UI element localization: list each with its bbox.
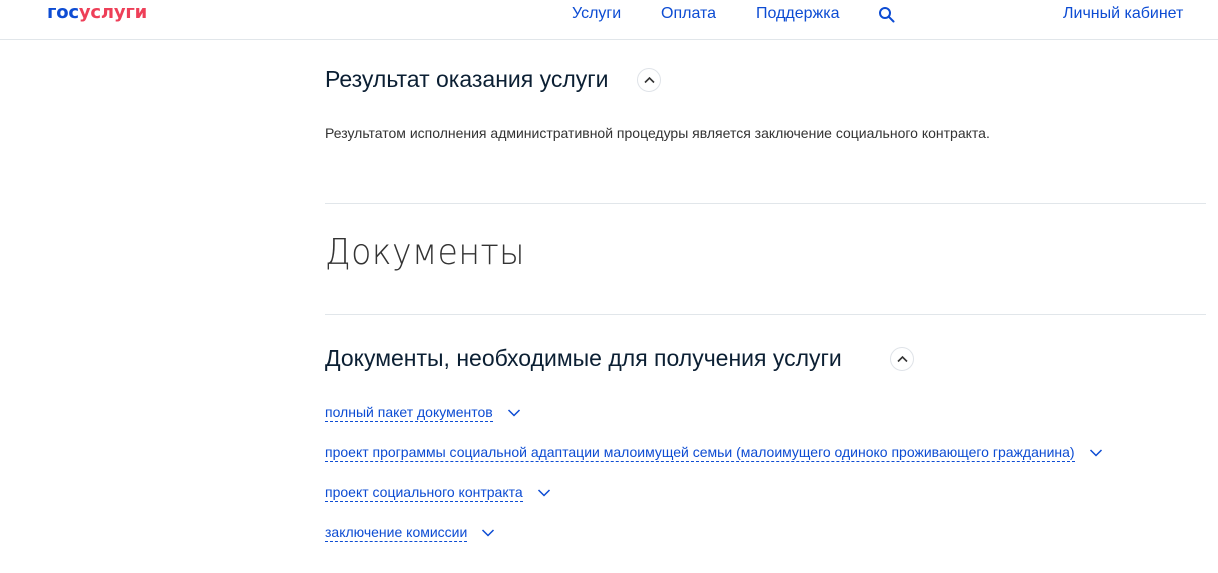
- chevron-up-icon: [644, 76, 655, 84]
- logo-part-gos: гос: [47, 2, 79, 23]
- personal-account-link[interactable]: Личный кабинет: [1063, 5, 1183, 23]
- nav-services[interactable]: Услуги: [572, 5, 621, 23]
- chevron-down-icon: [507, 409, 520, 417]
- nav-payment[interactable]: Оплата: [661, 5, 716, 23]
- section-divider: [325, 314, 1206, 315]
- document-item[interactable]: полный пакет документов: [325, 404, 521, 422]
- document-item[interactable]: заключение комиссии: [325, 524, 495, 542]
- chevron-down-icon: [482, 529, 495, 537]
- section-divider: [325, 203, 1206, 204]
- chevron-down-icon: [537, 489, 550, 497]
- chevron-up-icon: [897, 355, 908, 363]
- document-item[interactable]: проект социального контракта: [325, 484, 551, 502]
- documents-heading: Документы: [325, 232, 525, 273]
- document-item-label: заключение комиссии: [325, 524, 468, 542]
- top-header: госуслуги Услуги Оплата Поддержка Личный…: [0, 0, 1218, 40]
- document-item-label: проект программы социальной адаптации ма…: [325, 444, 1075, 462]
- chevron-down-icon: [1089, 449, 1102, 457]
- document-item-label: полный пакет документов: [325, 404, 493, 422]
- collapse-documents-button[interactable]: [890, 347, 914, 371]
- logo-part-uslugi: услуги: [78, 2, 147, 23]
- gosuslugi-logo[interactable]: госуслуги: [47, 2, 147, 23]
- result-section-title: Результат оказания услуги: [325, 66, 609, 92]
- result-description: Результатом исполнения административной …: [325, 125, 990, 141]
- document-item-label: проект социального контракта: [325, 484, 523, 502]
- nav-support[interactable]: Поддержка: [756, 5, 839, 23]
- document-item[interactable]: проект программы социальной адаптации ма…: [325, 444, 1103, 462]
- required-documents-title: Документы, необходимые для получения усл…: [325, 345, 842, 371]
- collapse-result-button[interactable]: [637, 68, 661, 92]
- search-icon[interactable]: [878, 6, 896, 24]
